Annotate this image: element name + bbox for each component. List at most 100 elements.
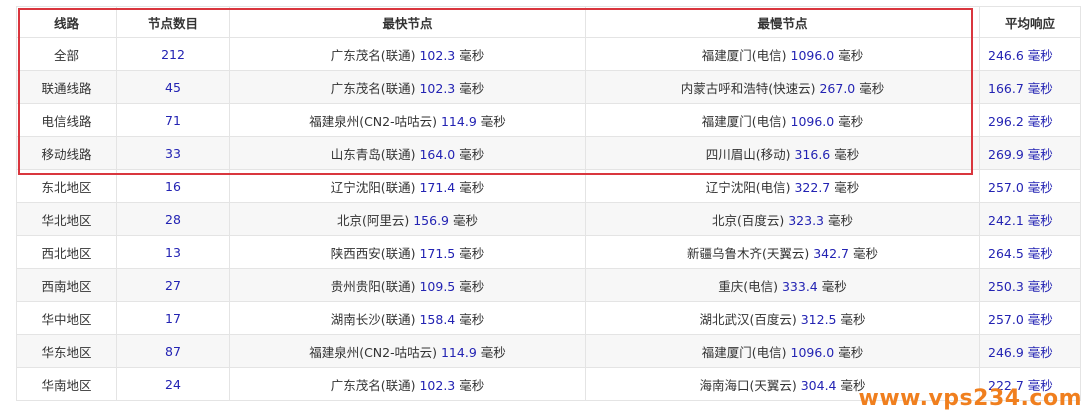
table-row: 全部 212 广东茂名(联通) 102.3 毫秒 福建厦门(电信) 1096.0 毫秒… [16, 37, 1081, 71]
slowest-node-name: 湖北武汉(百度云) [699, 311, 797, 327]
latency-unit: 毫秒 [821, 278, 847, 294]
header-fastest-node[interactable]: 最快节点 [229, 6, 586, 38]
fastest-node-latency: 114.9 [440, 113, 477, 129]
table-body: 全部 212 广东茂名(联通) 102.3 毫秒 福建厦门(电信) 1096.0 毫秒… [16, 37, 1081, 401]
average-response-cell: 269.9 毫秒 [979, 136, 1081, 170]
header-route[interactable]: 线路 [16, 6, 117, 38]
average-response-cell: 166.7 毫秒 [979, 70, 1081, 104]
latency-unit: 毫秒 [834, 146, 860, 162]
slowest-node-name: 福建厦门(电信) [701, 47, 787, 63]
slowest-node-cell: 福建厦门(电信) 1096.0 毫秒 [585, 103, 980, 137]
slowest-node-name: 四川眉山(移动) [705, 146, 791, 162]
latency-unit: 毫秒 [453, 212, 479, 228]
node-count-cell: 212 [116, 37, 230, 71]
latency-unit: 毫秒 [459, 278, 485, 294]
latency-unit: 毫秒 [459, 311, 485, 327]
slowest-node-name: 北京(百度云) [711, 212, 785, 228]
latency-unit: 毫秒 [459, 377, 485, 393]
route-cell: 西南地区 [16, 268, 117, 302]
fastest-node-name: 广东茂名(联通) [330, 80, 416, 96]
latency-unit: 毫秒 [459, 80, 485, 96]
table-row: 华东地区 87 福建泉州(CN2-咕咕云) 114.9 毫秒 福建厦门(电信) 109… [16, 334, 1081, 368]
header-slowest-node[interactable]: 最慢节点 [585, 6, 980, 38]
fastest-node-latency: 114.9 [440, 344, 477, 360]
average-response-cell: 257.0 毫秒 [979, 169, 1081, 203]
slowest-node-cell: 福建厦门(电信) 1096.0 毫秒 [585, 37, 980, 71]
table-row: 华中地区 17 湖南长沙(联通) 158.4 毫秒 湖北武汉(百度云) 312.5 毫… [16, 301, 1081, 335]
node-count-cell: 27 [116, 268, 230, 302]
average-response-cell: 242.1 毫秒 [979, 202, 1081, 236]
table-header-row: 线路 节点数目 最快节点 最慢节点 平均响应 [16, 6, 1081, 38]
fastest-node-cell: 山东青岛(联通) 164.0 毫秒 [229, 136, 586, 170]
average-response-cell: 250.3 毫秒 [979, 268, 1081, 302]
table-row: 电信线路 71 福建泉州(CN2-咕咕云) 114.9 毫秒 福建厦门(电信) 109… [16, 103, 1081, 137]
fastest-node-latency: 164.0 [419, 146, 456, 162]
slowest-node-cell: 辽宁沈阳(电信) 322.7 毫秒 [585, 169, 980, 203]
slowest-node-cell: 北京(百度云) 323.3 毫秒 [585, 202, 980, 236]
fastest-node-name: 贵州贵阳(联通) [330, 278, 416, 294]
node-count-cell: 24 [116, 367, 230, 401]
slowest-node-name: 福建厦门(电信) [701, 344, 787, 360]
fastest-node-name: 陕西西安(联通) [330, 245, 416, 261]
latency-unit: 毫秒 [853, 245, 879, 261]
table-row: 东北地区 16 辽宁沈阳(联通) 171.4 毫秒 辽宁沈阳(电信) 322.7 毫秒… [16, 169, 1081, 203]
route-cell: 电信线路 [16, 103, 117, 137]
node-count-cell: 71 [116, 103, 230, 137]
slowest-node-name: 福建厦门(电信) [701, 113, 787, 129]
fastest-node-cell: 贵州贵阳(联通) 109.5 毫秒 [229, 268, 586, 302]
node-count-cell: 33 [116, 136, 230, 170]
route-cell: 华北地区 [16, 202, 117, 236]
fastest-node-latency: 158.4 [419, 311, 456, 327]
node-count-cell: 17 [116, 301, 230, 335]
latency-unit: 毫秒 [838, 47, 864, 63]
route-cell: 移动线路 [16, 136, 117, 170]
fastest-node-cell: 北京(阿里云) 156.9 毫秒 [229, 202, 586, 236]
fastest-node-cell: 辽宁沈阳(联通) 171.4 毫秒 [229, 169, 586, 203]
fastest-node-cell: 福建泉州(CN2-咕咕云) 114.9 毫秒 [229, 103, 586, 137]
slowest-node-cell: 福建厦门(电信) 1096.0 毫秒 [585, 334, 980, 368]
fastest-node-cell: 湖南长沙(联通) 158.4 毫秒 [229, 301, 586, 335]
fastest-node-name: 湖南长沙(联通) [330, 311, 416, 327]
slowest-node-latency: 342.7 [813, 245, 850, 261]
table-row: 西南地区 27 贵州贵阳(联通) 109.5 毫秒 重庆(电信) 333.4 毫秒 25… [16, 268, 1081, 302]
average-response-cell: 246.9 毫秒 [979, 334, 1081, 368]
fastest-node-cell: 福建泉州(CN2-咕咕云) 114.9 毫秒 [229, 334, 586, 368]
fastest-node-cell: 广东茂名(联通) 102.3 毫秒 [229, 367, 586, 401]
route-cell: 东北地区 [16, 169, 117, 203]
slowest-node-cell: 内蒙古呼和浩特(快速云) 267.0 毫秒 [585, 70, 980, 104]
table-row: 移动线路 33 山东青岛(联通) 164.0 毫秒 四川眉山(移动) 316.6 毫秒… [16, 136, 1081, 170]
slowest-node-cell: 湖北武汉(百度云) 312.5 毫秒 [585, 301, 980, 335]
route-cell: 西北地区 [16, 235, 117, 269]
fastest-node-name: 福建泉州(CN2-咕咕云) [309, 113, 437, 129]
fastest-node-cell: 广东茂名(联通) 102.3 毫秒 [229, 37, 586, 71]
average-response-cell: 257.0 毫秒 [979, 301, 1081, 335]
node-count-cell: 16 [116, 169, 230, 203]
table-row: 联通线路 45 广东茂名(联通) 102.3 毫秒 内蒙古呼和浩特(快速云) 267.… [16, 70, 1081, 104]
header-node-count[interactable]: 节点数目 [116, 6, 230, 38]
latency-unit: 毫秒 [838, 344, 864, 360]
slowest-node-latency: 333.4 [781, 278, 818, 294]
route-cell: 华中地区 [16, 301, 117, 335]
table-row: 华北地区 28 北京(阿里云) 156.9 毫秒 北京(百度云) 323.3 毫秒 24… [16, 202, 1081, 236]
slowest-node-latency: 1096.0 [790, 344, 835, 360]
fastest-node-name: 福建泉州(CN2-咕咕云) [309, 344, 437, 360]
latency-unit: 毫秒 [828, 212, 854, 228]
fastest-node-cell: 广东茂名(联通) 102.3 毫秒 [229, 70, 586, 104]
fastest-node-name: 广东茂名(联通) [330, 377, 416, 393]
route-cell: 华南地区 [16, 367, 117, 401]
route-cell: 联通线路 [16, 70, 117, 104]
latency-unit: 毫秒 [459, 146, 485, 162]
latency-unit: 毫秒 [834, 179, 860, 195]
table-row: 西北地区 13 陕西西安(联通) 171.5 毫秒 新疆乌鲁木齐(天翼云) 342.7… [16, 235, 1081, 269]
slowest-node-latency: 267.0 [819, 80, 856, 96]
header-average-response[interactable]: 平均响应 [979, 6, 1081, 38]
slowest-node-latency: 1096.0 [790, 113, 835, 129]
latency-unit: 毫秒 [838, 113, 864, 129]
slowest-node-latency: 323.3 [788, 212, 825, 228]
latency-table: 线路 节点数目 最快节点 最慢节点 平均响应 全部 212 广东茂名(联通) 102… [16, 6, 1081, 401]
fastest-node-name: 辽宁沈阳(联通) [330, 179, 416, 195]
slowest-node-name: 内蒙古呼和浩特(快速云) [680, 80, 816, 96]
slowest-node-cell: 重庆(电信) 333.4 毫秒 [585, 268, 980, 302]
average-response-cell: 296.2 毫秒 [979, 103, 1081, 137]
latency-table-container: 线路 节点数目 最快节点 最慢节点 平均响应 全部 212 广东茂名(联通) 102… [16, 6, 1081, 401]
